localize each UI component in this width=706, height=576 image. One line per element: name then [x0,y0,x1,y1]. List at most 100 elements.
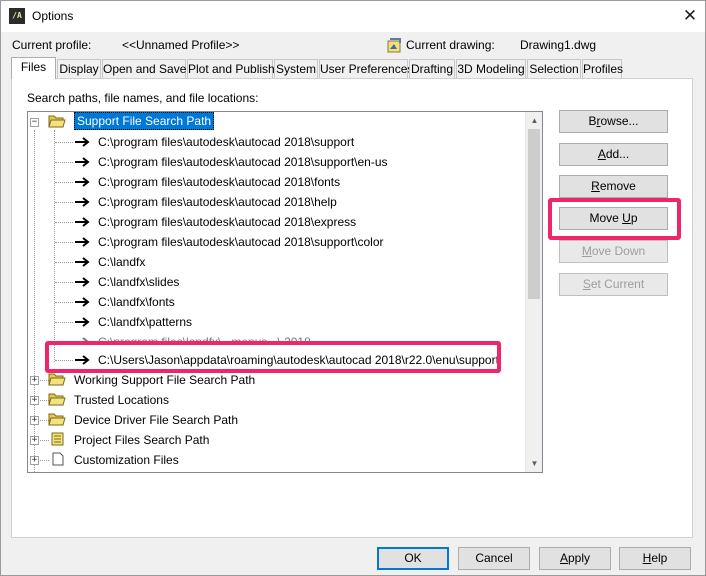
tree-node-project-files[interactable]: + Project Files Search Path [28,430,526,450]
tab-profiles[interactable]: Profiles [582,59,623,79]
arrow-right-icon [75,237,90,247]
ok-button[interactable]: OK [377,547,449,570]
arrow-right-icon [75,137,90,147]
arrow-right-icon [75,197,90,207]
arrow-right-icon [75,217,90,227]
close-icon[interactable]: ✕ [677,4,703,28]
arrow-right-icon [75,257,90,267]
tree-path-label: C:\landfx\fonts [98,295,175,309]
tree-path-label: C:\Users\Jason\appdata\roaming\autodesk\… [98,353,499,367]
drawing-icon [387,38,401,53]
files-tab-panel: Search paths, file names, and file locat… [11,78,693,538]
browse-button[interactable]: Browse... [559,110,668,133]
arrow-right-icon [75,297,90,307]
folder-icon [48,413,66,426]
current-drawing-value: Drawing1.dwg [520,38,597,52]
tree-path-item[interactable]: C:\program files\autodesk\autocad 2018\s… [28,232,526,252]
tree-node-label: Customization Files [74,453,179,467]
tree-path-label: C:\program files\autodesk\autocad 2018\f… [98,175,341,189]
arrow-right-icon [75,277,90,287]
tree-connector [55,242,73,243]
project-files-icon [51,432,64,446]
tree-path-item-new-support[interactable]: C:\Users\Jason\appdata\roaming\autodesk\… [28,350,526,370]
tree-path-item[interactable]: C:\program files\autodesk\autocad 2018\e… [28,212,526,232]
expand-icon[interactable]: + [30,436,39,445]
apply-button[interactable]: Apply [539,547,611,570]
expand-icon[interactable]: + [30,416,39,425]
tree-connector [55,202,73,203]
expand-icon[interactable]: + [30,456,39,465]
tab-drafting[interactable]: Drafting [409,59,455,79]
window-title: Options [32,9,74,23]
tree-path-item[interactable]: C:\program files\autodesk\autocad 2018\f… [28,172,526,192]
tree-connector [55,142,73,143]
tree-node-support-file-search-path[interactable]: − Support File Search Path [28,112,526,132]
tree-path-label: C:\program files\autodesk\autocad 2018\s… [98,135,355,149]
tab-system[interactable]: System [274,59,318,79]
arrow-right-icon [75,337,90,344]
tree-path-item[interactable]: C:\landfx\fonts [28,292,526,312]
expand-icon[interactable]: + [30,376,39,385]
autocad-app-icon: /A [9,8,25,24]
tree-path-item[interactable]: C:\landfx\slides [28,272,526,292]
tree-node-label: Device Driver File Search Path [74,413,239,427]
tree-path-label: C:\landfx\slides [98,275,180,289]
tree-node-working-support[interactable]: + Working Support File Search Path [28,370,526,390]
folder-icon [48,393,66,406]
tree-connector [55,282,73,283]
tree-node-label: Trusted Locations [74,393,169,407]
tab-plot-and-publish[interactable]: Plot and Publish [187,59,275,79]
tab-open-and-save[interactable]: Open and Save [102,59,186,79]
current-drawing-label: Current drawing: [406,38,495,52]
tree-node-customization-files[interactable]: + Customization Files [28,450,526,470]
tree-node-label: Support File Search Path [74,112,215,130]
open-folder-icon [48,115,66,128]
tree-connector [55,222,73,223]
tree-node-device-driver[interactable]: + Device Driver File Search Path [28,410,526,430]
tab-display[interactable]: Display [57,59,101,79]
arrow-right-icon [75,157,90,167]
tree-connector [55,322,73,323]
tree-path-label: C:\program files\autodesk\autocad 2018\h… [98,195,337,209]
tree-path-label: C:\landfx\patterns [98,315,193,329]
scroll-up-icon[interactable]: ▲ [526,112,542,129]
tree-path-label: C:\program files\autodesk\autocad 2018\s… [98,235,384,249]
set-current-button[interactable]: Set Current [559,273,668,296]
scroll-thumb[interactable] [528,129,540,299]
current-profile-label: Current profile: [12,38,92,52]
profile-row: Current profile: <<Unnamed Profile>> Cur… [1,38,705,54]
tree-connector [55,162,73,163]
move-up-button[interactable]: Move Up [559,207,668,230]
title-bar: /A Options ✕ [1,1,705,32]
arrow-right-icon [75,317,90,327]
folder-icon [48,373,66,386]
remove-button[interactable]: Remove [559,175,668,198]
help-button[interactable]: Help [619,547,691,570]
move-down-button[interactable]: Move Down [559,240,668,263]
tab-files[interactable]: Files [11,57,56,79]
add-button[interactable]: Add... [559,143,668,166]
current-profile-value: <<Unnamed Profile>> [122,38,240,52]
tab-3d-modeling[interactable]: 3D Modeling [456,59,526,79]
tree-path-item[interactable]: C:\program files\autodesk\autocad 2018\s… [28,152,526,172]
search-paths-tree[interactable]: − Support File Search Path C:\program fi… [27,111,543,473]
tree-path-item[interactable]: C:\landfx\patterns [28,312,526,332]
cancel-button[interactable]: Cancel [458,547,530,570]
expand-icon[interactable]: + [30,396,39,405]
scroll-down-icon[interactable]: ▼ [526,455,542,472]
tab-user-preferences[interactable]: User Preferences [319,59,413,79]
tree-node-label: Working Support File Search Path [74,373,256,387]
tree-path-item[interactable]: C:\program files\landfx\...menus...\ 201… [28,332,526,344]
tree-connector [55,182,73,183]
tree-node-label: Project Files Search Path [74,433,210,447]
options-dialog: /A Options ✕ Current profile: <<Unnamed … [0,0,706,576]
arrow-right-icon [75,177,90,187]
collapse-icon[interactable]: − [30,118,39,127]
tree-vertical-scrollbar[interactable]: ▲ ▼ [525,112,542,472]
document-icon [52,452,64,466]
tree-path-item[interactable]: C:\program files\autodesk\autocad 2018\h… [28,192,526,212]
tree-path-item[interactable]: C:\program files\autodesk\autocad 2018\s… [28,132,526,152]
tab-selection[interactable]: Selection [527,59,581,79]
tree-node-trusted-locations[interactable]: + Trusted Locations [28,390,526,410]
tree-path-item[interactable]: C:\landfx [28,252,526,272]
